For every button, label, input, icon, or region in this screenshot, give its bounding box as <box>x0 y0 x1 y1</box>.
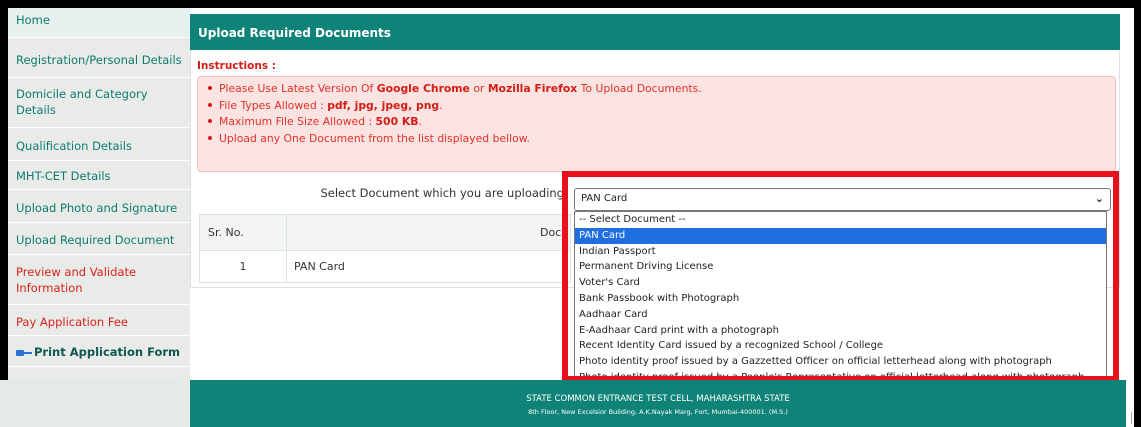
table-cell-sr: 1 <box>199 250 287 283</box>
sidebar-item-photo-signature[interactable]: Upload Photo and Signature <box>8 190 190 223</box>
table-cell-document: PAN Card <box>286 250 571 283</box>
sidebar-footer-fill <box>0 380 182 427</box>
table-row: 1 PAN Card <box>199 250 571 283</box>
pointing-hand-icon <box>16 349 32 357</box>
document-table: Sr. No. 1 PAN Card <box>199 214 571 283</box>
select-document-label: Select Document which you are uploading <box>320 186 564 200</box>
instruction-item: File Types Allowed : pdf, jpg, jpeg, png… <box>206 98 1115 115</box>
footer-title: STATE COMMON ENTRANCE TEST CELL, MAHARAS… <box>526 394 790 404</box>
table-header-sr: Sr. No. <box>199 214 287 251</box>
panel-title: Upload Required Documents <box>190 14 1120 50</box>
scrollbar[interactable] <box>1131 412 1137 424</box>
sidebar-item-mht-cet[interactable]: MHT-CET Details <box>8 161 190 190</box>
sidebar-item-upload-document[interactable]: Upload Required Document <box>8 223 190 255</box>
sidebar-item-home[interactable]: Home <box>8 8 190 38</box>
sidebar-item-preview[interactable]: Preview and Validate Information <box>8 255 190 305</box>
sidebar-item-domicile[interactable]: Domicile and Category Details <box>8 78 190 128</box>
sidebar-item-qualification[interactable]: Qualification Details <box>8 128 190 161</box>
sidebar-item-pay-fee[interactable]: Pay Application Fee <box>8 305 190 336</box>
sidebar-item-registration[interactable]: Registration/Personal Details <box>8 38 190 78</box>
sidebar-item-label: Print Application Form <box>34 345 181 359</box>
table-header-document <box>286 214 571 251</box>
sidebar: Home Registration/Personal Details Domic… <box>8 8 190 427</box>
instructions-title: Instructions : <box>197 60 276 72</box>
instruction-item: Maximum File Size Allowed : 500 KB. <box>206 114 1115 131</box>
sidebar-item-print-form[interactable]: Print Application Form <box>8 336 190 367</box>
instruction-item: Please Use Latest Version Of Google Chro… <box>206 81 1115 98</box>
highlight-annotation <box>562 171 1119 382</box>
footer: STATE COMMON ENTRANCE TEST CELL, MAHARAS… <box>190 380 1126 427</box>
instructions-box: Please Use Latest Version Of Google Chro… <box>197 76 1116 172</box>
footer-address: 8th Floor, New Excelsior Building, A.K.N… <box>528 408 788 416</box>
instruction-item: Upload any One Document from the list di… <box>206 131 1115 148</box>
